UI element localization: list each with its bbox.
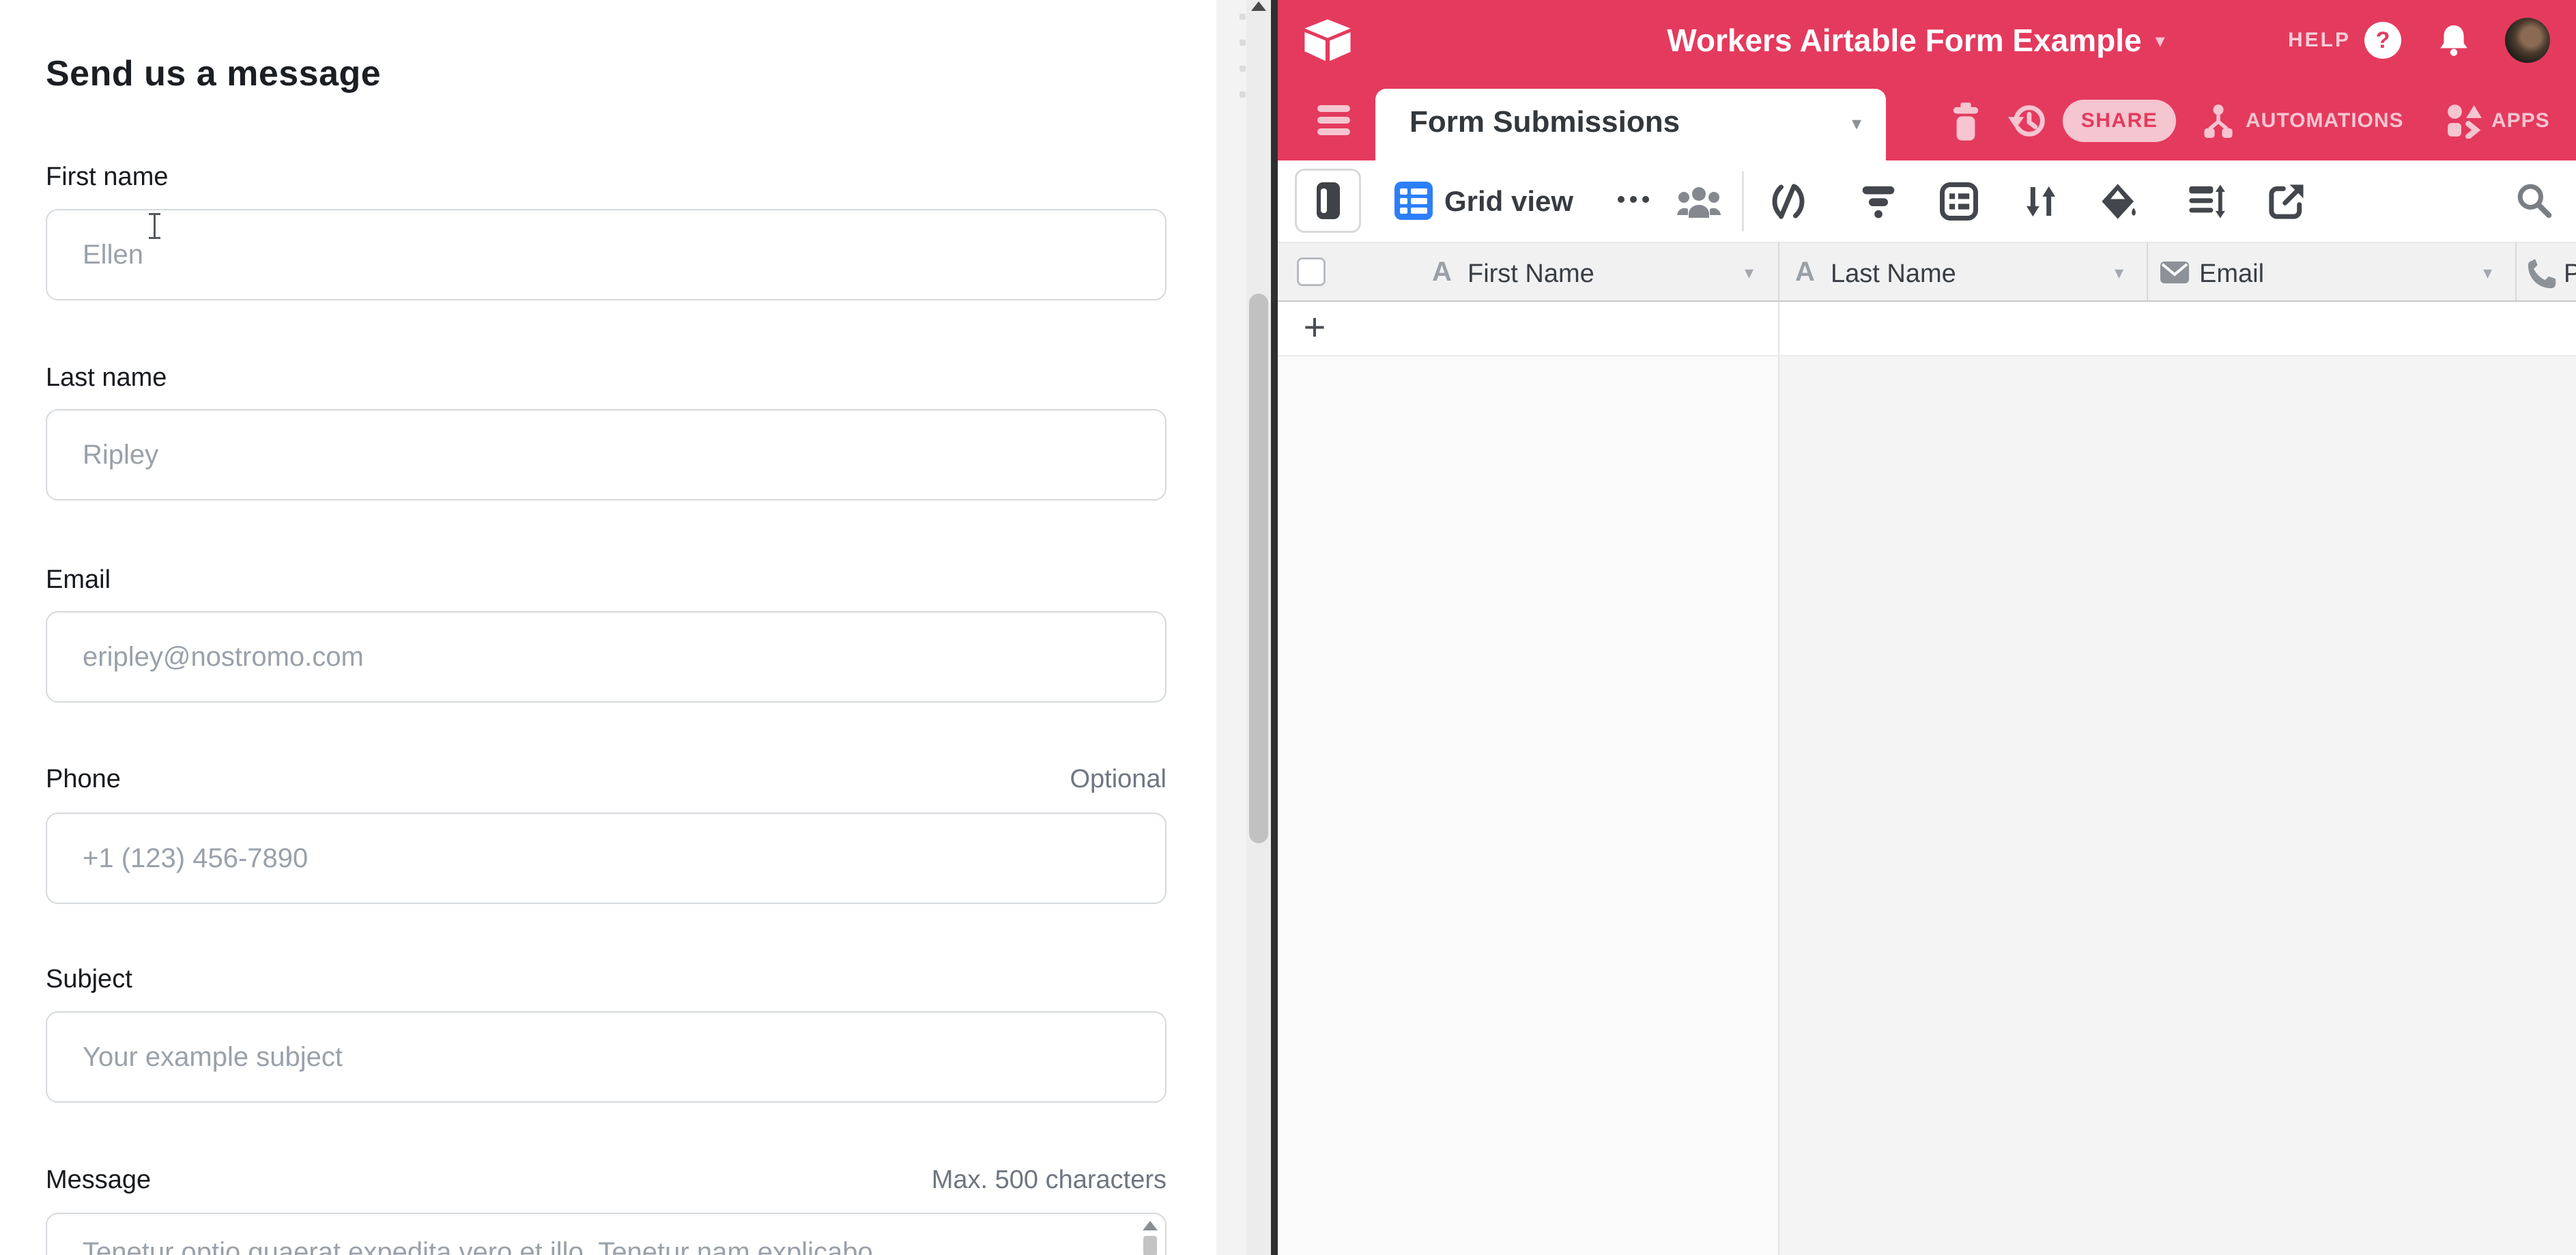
chevron-down-icon: ▾ bbox=[2156, 29, 2165, 52]
textarea-scrollbar-thumb[interactable] bbox=[1143, 1236, 1157, 1255]
last-name-input[interactable] bbox=[46, 409, 1167, 500]
text-field-type-icon: A bbox=[1795, 257, 1815, 287]
automations-icon bbox=[2201, 103, 2236, 139]
page-scrollbar-thumb[interactable] bbox=[1249, 294, 1268, 843]
divider-grip-dot bbox=[1240, 66, 1246, 72]
table-tabs-bar: Form Submissions ▾ SHARE bbox=[1278, 81, 2576, 160]
airtable-top-bar: Workers Airtable Form Example ▾ HELP ? bbox=[1278, 0, 2576, 81]
textarea-scrollbar[interactable] bbox=[1140, 1218, 1160, 1255]
email-input[interactable] bbox=[46, 611, 1167, 703]
view-toolbar: Grid view bbox=[1278, 160, 2576, 243]
panel-icon bbox=[1317, 182, 1340, 219]
airtable-logo-icon[interactable] bbox=[1301, 12, 1354, 67]
frozen-column-divider bbox=[1778, 302, 1779, 355]
last-name-label: Last name bbox=[46, 363, 167, 393]
scroll-up-arrow-icon[interactable] bbox=[1251, 1, 1266, 11]
column-header-first-name[interactable]: First Name bbox=[1468, 259, 1594, 289]
column-header-last-name[interactable]: Last Name bbox=[1831, 259, 1956, 289]
column-header-email[interactable]: Email bbox=[2199, 259, 2264, 289]
phone-field-type-icon bbox=[2527, 259, 2557, 290]
screenshot-root: Send us a message First name Last name E… bbox=[0, 0, 2576, 1255]
message-maxchars-note: Max. 500 characters bbox=[932, 1166, 1167, 1195]
help-button[interactable]: HELP bbox=[2288, 0, 2351, 81]
toolbar-divider bbox=[1742, 171, 1744, 231]
form-title: Send us a message bbox=[46, 53, 381, 94]
grid-header-row: A First Name ▾ A Last Name ▾ Email ▾ Pho… bbox=[1278, 243, 2576, 302]
first-name-input[interactable] bbox=[46, 209, 1167, 300]
phone-input[interactable] bbox=[46, 813, 1167, 904]
divider-grip-dot bbox=[1240, 40, 1246, 46]
collaborators-icon[interactable] bbox=[1676, 184, 1721, 221]
column-header-phone[interactable]: Phone bbox=[2564, 259, 2576, 289]
filter-icon[interactable] bbox=[1859, 182, 1898, 221]
frozen-column-background bbox=[1278, 356, 1778, 1255]
apps-icon bbox=[2446, 103, 2482, 139]
trash-icon[interactable] bbox=[1950, 101, 1981, 142]
window-separator bbox=[1271, 0, 1278, 1255]
automations-button[interactable]: AUTOMATIONS bbox=[2201, 81, 2404, 160]
notifications-bell-icon[interactable] bbox=[2437, 23, 2471, 57]
row-height-icon[interactable] bbox=[2188, 182, 2226, 221]
history-icon[interactable] bbox=[2007, 100, 2049, 142]
grid-empty-area bbox=[1278, 356, 2576, 1255]
phone-label: Phone bbox=[46, 765, 121, 794]
hamburger-menu-icon[interactable] bbox=[1317, 105, 1350, 135]
group-icon[interactable] bbox=[1940, 182, 1978, 221]
airtable-panel: Workers Airtable Form Example ▾ HELP ? F… bbox=[1278, 0, 2576, 1255]
frozen-column-divider bbox=[1778, 356, 1779, 1255]
share-view-icon[interactable] bbox=[2267, 182, 2306, 221]
user-avatar[interactable] bbox=[2505, 18, 2550, 63]
subject-input[interactable] bbox=[46, 1011, 1167, 1103]
email-label: Email bbox=[46, 565, 111, 595]
divider-grip-dot bbox=[1240, 91, 1246, 98]
share-button[interactable]: SHARE bbox=[2063, 100, 2176, 142]
sort-icon[interactable] bbox=[2022, 182, 2060, 221]
chevron-down-icon[interactable]: ▾ bbox=[1852, 112, 1861, 135]
message-label: Message bbox=[46, 1166, 151, 1195]
chevron-down-icon[interactable]: ▾ bbox=[1745, 262, 1754, 283]
grid-add-row[interactable]: + bbox=[1278, 302, 2576, 356]
text-field-type-icon: A bbox=[1432, 257, 1452, 287]
grid-view-icon bbox=[1394, 182, 1433, 220]
email-field-type-icon bbox=[2160, 259, 2190, 285]
color-icon[interactable] bbox=[2100, 182, 2138, 221]
apps-button[interactable]: APPS bbox=[2446, 81, 2550, 160]
automations-label: AUTOMATIONS bbox=[2246, 109, 2404, 132]
form-scrollbar-gutter bbox=[1216, 0, 1271, 1255]
first-name-label: First name bbox=[46, 163, 168, 192]
chevron-down-icon[interactable]: ▾ bbox=[2115, 262, 2123, 283]
phone-optional-note: Optional bbox=[1070, 765, 1167, 794]
help-question-icon[interactable]: ? bbox=[2364, 22, 2401, 59]
message-textarea[interactable] bbox=[46, 1213, 1167, 1255]
contact-form-panel: Send us a message First name Last name E… bbox=[0, 0, 1216, 1255]
tab-form-submissions[interactable]: Form Submissions ▾ bbox=[1375, 89, 1886, 160]
select-all-checkbox[interactable] bbox=[1297, 257, 1326, 286]
apps-label: APPS bbox=[2491, 109, 2550, 132]
base-title: Workers Airtable Form Example bbox=[1667, 22, 2141, 59]
add-row-plus-icon[interactable]: + bbox=[1296, 302, 1334, 356]
chevron-down-icon[interactable]: ▾ bbox=[2483, 262, 2492, 283]
search-icon[interactable] bbox=[2515, 181, 2553, 219]
view-name[interactable]: Grid view bbox=[1444, 185, 1573, 218]
view-more-options-icon[interactable] bbox=[1618, 196, 1649, 203]
divider-grip-dot bbox=[1240, 14, 1246, 20]
text-cursor-pointer bbox=[146, 212, 164, 240]
view-sidebar-toggle-button[interactable] bbox=[1295, 169, 1361, 233]
subject-label: Subject bbox=[46, 965, 132, 994]
hide-fields-icon[interactable] bbox=[1769, 182, 1807, 221]
table-name: Form Submissions bbox=[1409, 105, 1680, 139]
base-title-menu[interactable]: Workers Airtable Form Example ▾ bbox=[1592, 0, 2240, 81]
scroll-up-arrow-icon[interactable] bbox=[1143, 1221, 1158, 1230]
